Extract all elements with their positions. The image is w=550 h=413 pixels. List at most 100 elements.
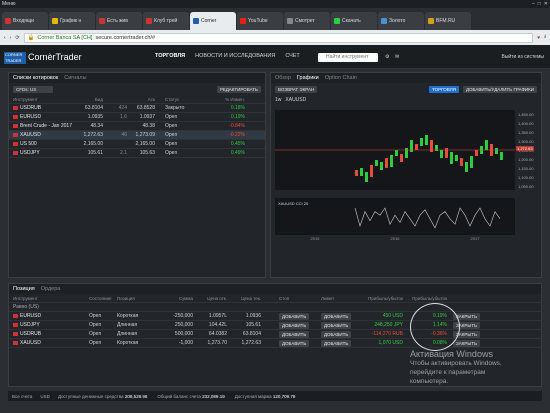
heart-icon[interactable]: ♥	[537, 35, 540, 41]
browser-tab[interactable]: График н	[49, 12, 95, 30]
tab-positions[interactable]: Позиция	[13, 286, 35, 292]
price-tick-label: 1,350.00	[518, 130, 534, 135]
nav-news[interactable]: НОВОСТИ И ИССЛЕДОВАНИЯ	[195, 53, 275, 59]
opera-menu-button[interactable]: Меню	[2, 0, 16, 8]
add-stop-button[interactable]: ДОБАВИТЬ	[279, 312, 310, 320]
tab-label: Скачать	[342, 18, 361, 24]
positions-header: Инструмент Состояние Позиция Сумма Цена …	[9, 294, 541, 303]
ask-price[interactable]: 2,165.00	[127, 141, 155, 147]
ask-price[interactable]: 63.8528	[127, 105, 155, 111]
add-limit-button[interactable]: ДОБАВИТЬ	[321, 339, 352, 347]
price-candle	[385, 158, 388, 168]
browser-tab[interactable]: Скачать	[331, 12, 377, 30]
browser-tab[interactable]: Смотрет	[284, 12, 330, 30]
watchlist-toolbar: CFDs: US РЕДАКТИРОВАТЬ	[9, 83, 265, 95]
tab-charts[interactable]: Графики	[297, 75, 319, 81]
close-position-button[interactable]: ЗАКРЫТЬ	[453, 339, 481, 347]
account-metric: Доступные денежные средства 208,528.98	[57, 393, 148, 399]
browser-tab[interactable]: Есть жив	[96, 12, 142, 30]
tab-favicon-icon	[428, 18, 434, 24]
app-title: CornèrTrader	[28, 52, 82, 62]
tab-watchlists[interactable]: Списки котировок	[13, 75, 58, 81]
position-amount: 250,000	[174, 322, 193, 328]
price-candle	[420, 138, 423, 146]
tab-label: YouTube	[248, 18, 268, 24]
position-row[interactable]: USDJPY Open Длинная 250,000 104.42L 105.…	[9, 321, 541, 330]
back-icon[interactable]: ‹	[4, 35, 6, 41]
maximize-icon[interactable]: □	[538, 0, 541, 8]
download-icon[interactable]: ⭳	[544, 34, 546, 42]
browser-tab[interactable]: Входящи	[2, 12, 48, 30]
watchlist-row[interactable]: EURUSD 1.0935 1.6 1.0937 Open 0.19%	[9, 113, 265, 122]
bid-price[interactable]: 1,272.63	[75, 132, 103, 138]
browser-tab[interactable]: Клуб трей	[143, 12, 189, 30]
percent-change: -0.84%	[229, 123, 245, 129]
message-icon[interactable]: ✉	[395, 54, 399, 60]
currency-select[interactable]: USD	[40, 394, 50, 399]
price-chart[interactable]	[275, 110, 515, 190]
position-row[interactable]: USDRUB Open Длинная 500,000 64.0382 63.8…	[9, 330, 541, 339]
close-icon[interactable]: ✕	[544, 0, 548, 8]
position-row[interactable]: EURUSD Open Короткая -250,000 1.0957L 1.…	[9, 312, 541, 321]
ask-price[interactable]: 1.0937	[127, 114, 155, 120]
browser-tab[interactable]: YouTube	[237, 12, 283, 30]
spread: 46	[121, 132, 127, 138]
nav-trading[interactable]: ТОРГОВЛЯ	[155, 53, 185, 59]
nav-account[interactable]: СЧЕТ	[285, 53, 299, 59]
tab-orders[interactable]: Ордера	[41, 286, 61, 292]
ask-price[interactable]: 105.63	[127, 150, 155, 156]
watchlist-row[interactable]: US 500 2,165.00 2,165.00 Open 0.45%	[9, 140, 265, 149]
position-side: Короткая	[117, 340, 139, 346]
forward-icon[interactable]: ›	[10, 35, 12, 41]
gear-icon[interactable]: ⚙	[385, 54, 389, 60]
add-limit-button[interactable]: ДОБАВИТЬ	[321, 330, 352, 338]
chart-symbol: XAUUSD	[285, 96, 307, 103]
bid-price[interactable]: 63.8104	[75, 105, 103, 111]
account-select[interactable]: Все счета	[12, 394, 32, 399]
bid-price[interactable]: 105.61	[75, 150, 103, 156]
price-candle	[365, 172, 368, 182]
reload-icon[interactable]: ⟳	[15, 35, 19, 41]
browser-tab[interactable]: Corner	[190, 12, 236, 30]
add-stop-button[interactable]: ДОБАВИТЬ	[279, 330, 310, 338]
watchlist-row[interactable]: Brent Crude - Jan 2017 48.34 48.38 Open …	[9, 122, 265, 131]
minimize-icon[interactable]: –	[532, 0, 535, 8]
tab-option-chain[interactable]: Option Chain	[325, 75, 357, 81]
watchlist-row[interactable]: USDRUB 63.8104 424 63.8528 Закрыто 0.18%	[9, 104, 265, 113]
ask-price[interactable]: 48.38	[127, 123, 155, 129]
ask-price[interactable]: 1,273.09	[127, 132, 155, 138]
open-price: 1,273.70	[207, 340, 227, 346]
tab-overview[interactable]: Обзор	[275, 75, 291, 81]
pnl-value: 450 USD	[382, 313, 403, 319]
add-stop-button[interactable]: ДОБАВИТЬ	[279, 339, 310, 347]
watchlist-row[interactable]: USDJPY 105.61 2.1 105.63 Open 0.49%	[9, 149, 265, 158]
add-chart-button[interactable]: ДОБАВИТЬ/УДАЛИТЬ ГРАФИКИ	[462, 85, 537, 93]
bid-price[interactable]: 48.34	[75, 123, 103, 129]
indicator-chart[interactable]: XAUUSD CCI 20	[275, 198, 515, 235]
url-field[interactable]: 🔒 Corner Banca SA [CH] secure.cornertrad…	[23, 32, 534, 43]
price-candle	[370, 165, 373, 177]
position-row[interactable]: XAUUSD Open Короткая -1,000 1,273.70 1,2…	[9, 339, 541, 348]
chart-interval[interactable]: 1w	[275, 97, 281, 103]
price-candle	[470, 156, 473, 168]
last-price-label: 1,272.63	[516, 146, 534, 151]
trade-button[interactable]: ТОРГОВЛЯ	[429, 85, 459, 93]
watchlist-row[interactable]: XAUUSD 1,272.63 46 1,273.09 Open -0.22%	[9, 131, 265, 140]
browser-tab[interactable]: Золото	[378, 12, 424, 30]
edit-button[interactable]: РЕДАКТИРОВАТЬ	[216, 85, 261, 93]
instrument-search-input[interactable]: Найти инструмент	[318, 53, 378, 62]
tab-signals[interactable]: Сигналы	[64, 75, 86, 81]
logout-link[interactable]: Выйти из системы	[501, 54, 544, 60]
bid-price[interactable]: 2,165.00	[75, 141, 103, 147]
percent-change: 0.19%	[230, 114, 245, 120]
add-limit-button[interactable]: ДОБАВИТЬ	[321, 321, 352, 329]
position-side: Длинная	[117, 322, 138, 328]
browser-tab[interactable]: BFM.RU	[425, 12, 471, 30]
watchlist-filter[interactable]: CFDs: US	[13, 85, 53, 93]
add-stop-button[interactable]: ДОБАВИТЬ	[279, 321, 310, 329]
add-limit-button[interactable]: ДОБАВИТЬ	[321, 312, 352, 320]
back-screen-button[interactable]: ВОЗВРАТ ЭКРАН	[275, 85, 318, 93]
bid-price[interactable]: 1.0935	[75, 114, 103, 120]
spread: 424	[118, 105, 127, 111]
instrument-name: US 500	[13, 141, 75, 147]
